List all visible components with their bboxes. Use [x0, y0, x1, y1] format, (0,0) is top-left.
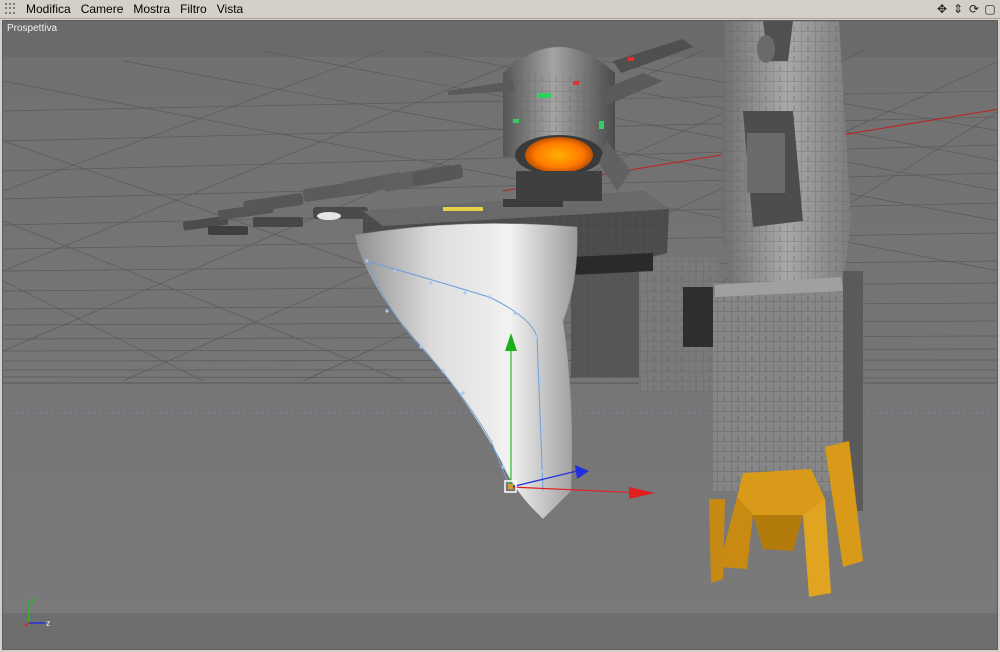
- hull-side-block: [571, 253, 719, 393]
- zoom-view-icon[interactable]: ⇕: [951, 1, 965, 17]
- gizmo-x-axis: [24, 622, 30, 627]
- move-view-icon[interactable]: ✥: [935, 1, 949, 17]
- view-navigation-icons: ✥ ⇕ ⟳ ▢: [935, 1, 997, 17]
- gizmo-z-label: z: [46, 618, 51, 628]
- right-leg-structure: [713, 21, 863, 511]
- perspective-viewport[interactable]: Prospettiva y z: [2, 20, 998, 650]
- menu-camere[interactable]: Camere: [76, 0, 129, 19]
- menu-mostra[interactable]: Mostra: [128, 0, 175, 19]
- cinema4d-window: Modifica Camere Mostra Filtro Vista ✥ ⇕ …: [0, 0, 1000, 652]
- menu-vista[interactable]: Vista: [212, 0, 248, 19]
- viewport-menubar: Modifica Camere Mostra Filtro Vista ✥ ⇕ …: [0, 0, 1000, 19]
- maximize-view-icon[interactable]: ▢: [983, 1, 997, 17]
- engine-glow: [525, 137, 593, 173]
- rotate-view-icon[interactable]: ⟳: [967, 1, 981, 17]
- menu-modifica[interactable]: Modifica: [21, 0, 76, 19]
- 3d-scene[interactable]: [3, 21, 998, 650]
- menu-filtro[interactable]: Filtro: [175, 0, 212, 19]
- gizmo-y-label: y: [31, 596, 35, 605]
- ceiling-band: [3, 21, 997, 57]
- floor-band: [3, 613, 997, 649]
- viewport-title: Prospettiva: [7, 23, 58, 34]
- menubar-grip-icon[interactable]: [5, 3, 15, 15]
- world-axis-gizmo: y z: [24, 596, 51, 628]
